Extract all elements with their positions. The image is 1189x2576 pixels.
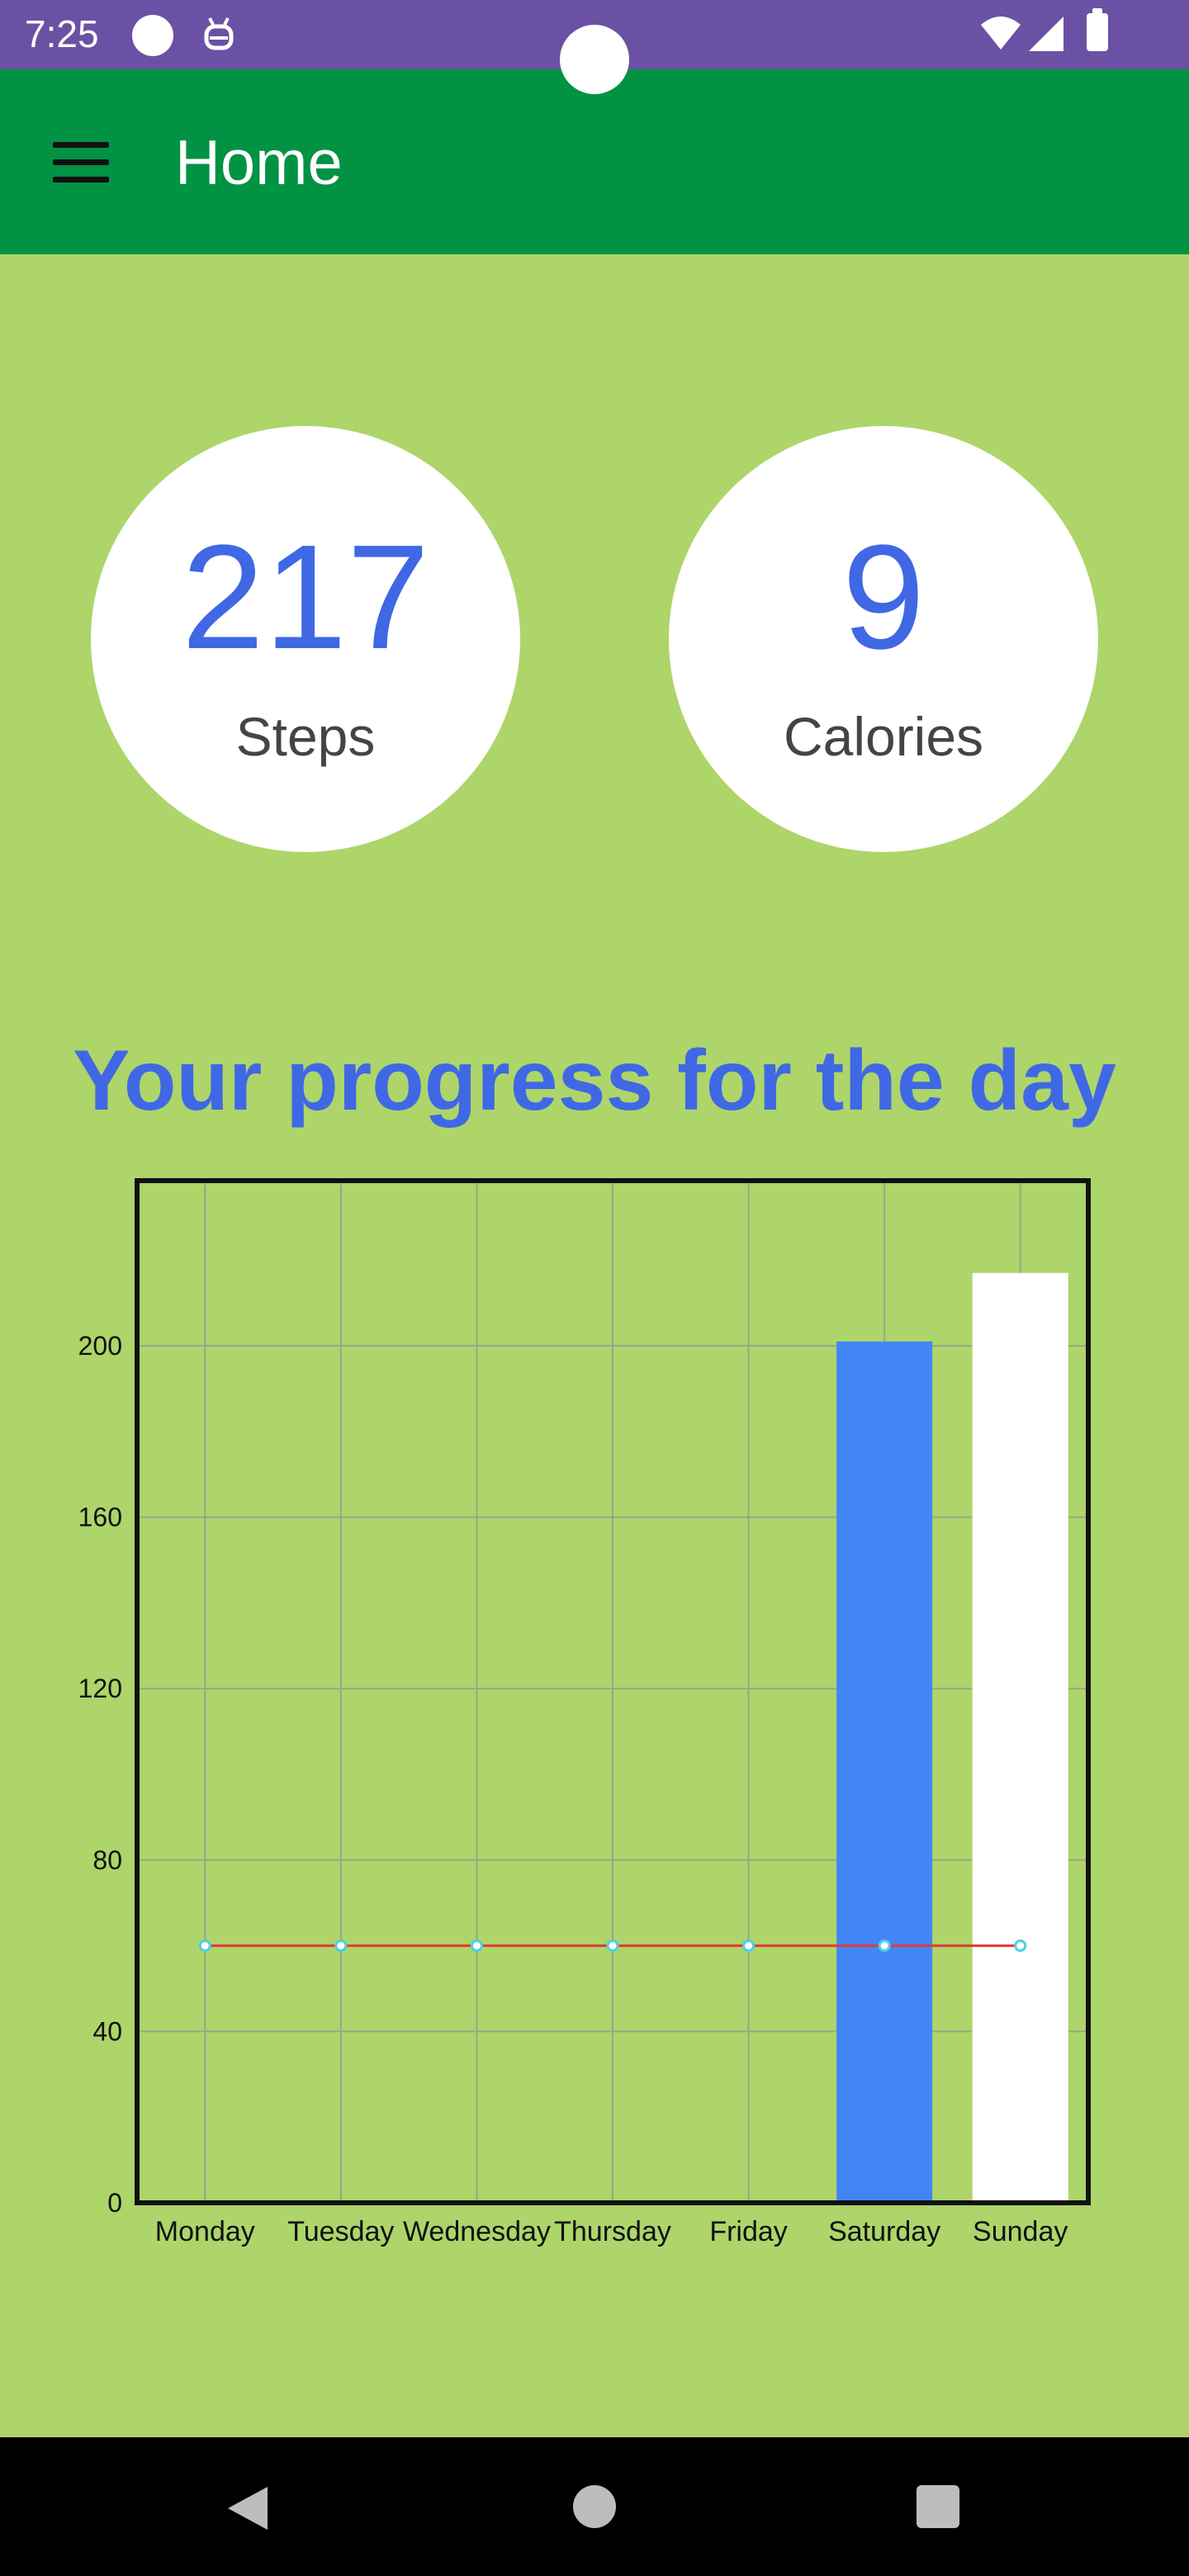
y-tick-label: 80 [92, 1845, 122, 1875]
x-tick-label: Thursday [554, 2216, 671, 2247]
y-tick-label: 160 [78, 1503, 122, 1532]
line-point [198, 1939, 211, 1953]
line-point [1014, 1939, 1027, 1953]
back-icon[interactable] [223, 2484, 272, 2533]
line-point [878, 1939, 891, 1953]
recents-icon[interactable] [917, 2485, 959, 2528]
line-point [606, 1939, 619, 1953]
line-point [470, 1939, 483, 1953]
line-point [742, 1939, 756, 1953]
progress-chart: 0 40 80 120 160 200 Monday Tuesday Wednesday Thur… [78, 1178, 1091, 2247]
y-tick-label: 40 [92, 2016, 122, 2046]
bar-saturday [836, 1341, 933, 2203]
y-tick-label: 0 [107, 2188, 122, 2218]
navigation-bar [0, 2437, 1189, 2576]
bar-sunday [972, 1272, 1068, 2203]
camera-cutout [560, 25, 629, 94]
x-tick-label: Sunday [973, 2216, 1068, 2247]
x-tick-label: Monday [155, 2216, 255, 2247]
y-tick-label: 200 [78, 1331, 122, 1361]
x-tick-label: Saturday [828, 2216, 940, 2247]
x-tick-label: Friday [709, 2216, 787, 2247]
y-tick-label: 120 [78, 1674, 122, 1703]
home-icon[interactable] [573, 2485, 616, 2528]
x-tick-label: Tuesday [287, 2216, 394, 2247]
x-tick-label: Wednesday [403, 2216, 551, 2247]
line-point [334, 1939, 348, 1953]
